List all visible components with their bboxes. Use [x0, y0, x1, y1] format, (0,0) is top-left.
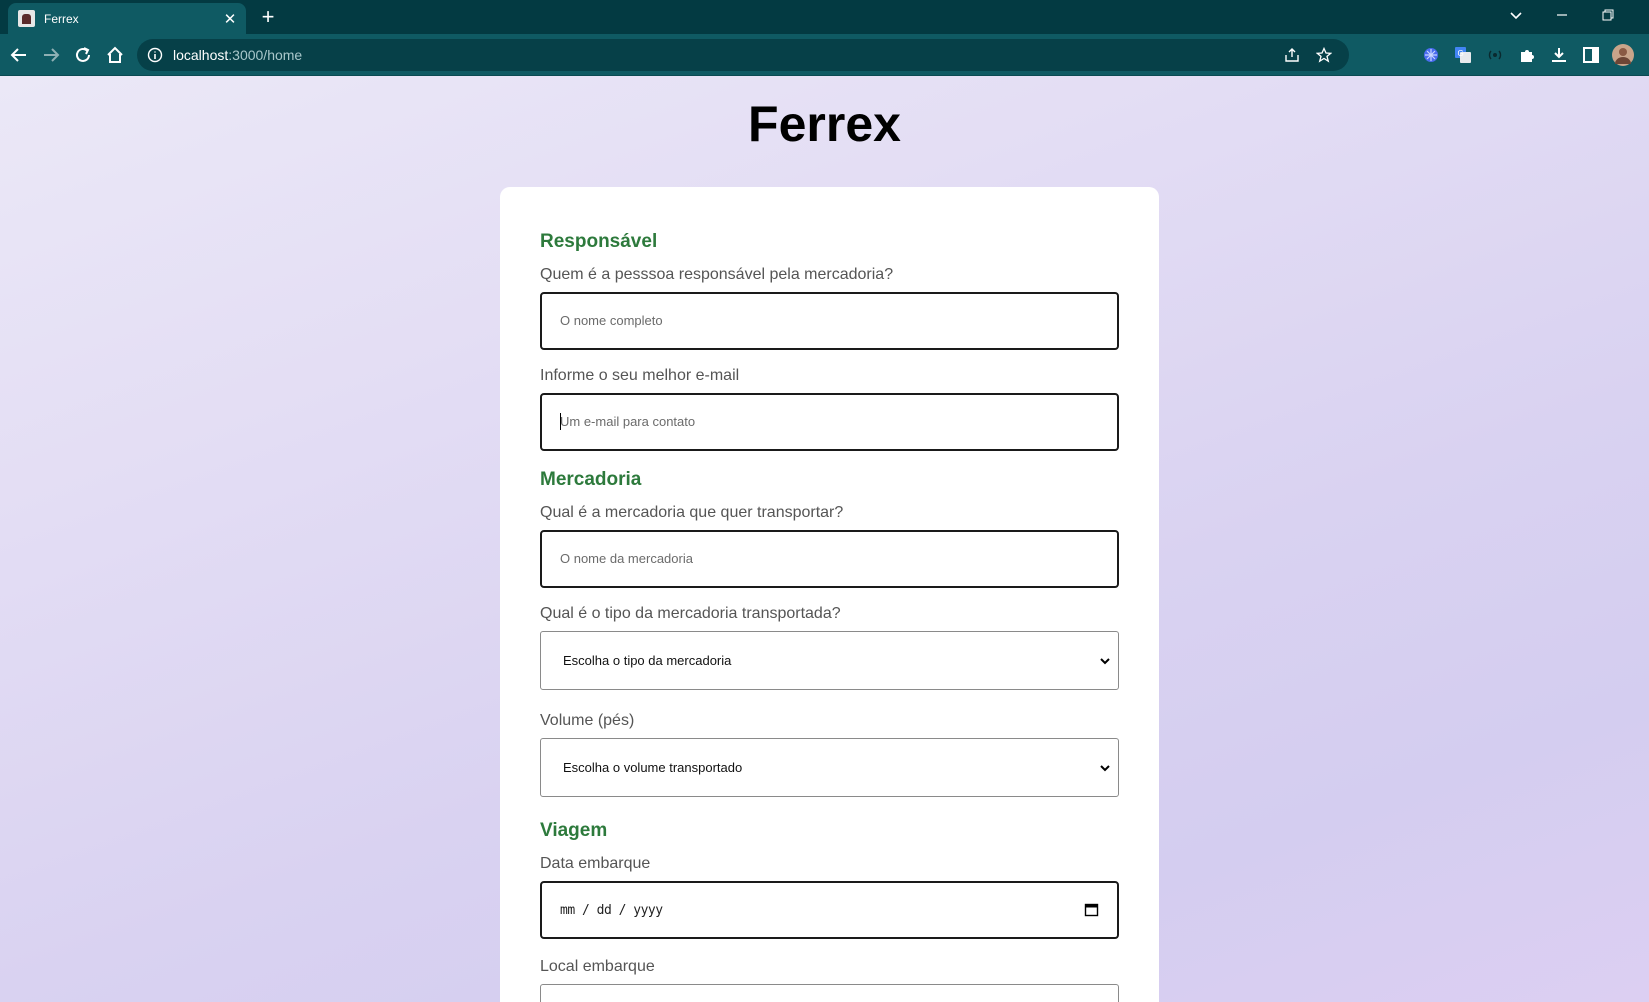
volume-select[interactable]: Escolha o volume transportado	[540, 738, 1119, 797]
mercadoria-input[interactable]: O nome da mercadoria	[540, 530, 1119, 588]
reload-icon[interactable]	[70, 42, 96, 68]
url-host: localhost	[173, 47, 229, 63]
local-embarque-select[interactable]	[540, 984, 1119, 1002]
calendar-icon[interactable]	[1084, 902, 1099, 917]
email-placeholder: Um e-mail para contato	[560, 414, 696, 429]
tipo-select-value: Escolha o tipo da mercadoria	[563, 653, 732, 668]
volume-select-value: Escolha o volume transportado	[563, 760, 743, 775]
tab-strip: Ferrex ✕ +	[0, 0, 1649, 34]
label-local-embarque: Local embarque	[540, 958, 655, 975]
new-tab-button[interactable]: +	[256, 4, 280, 30]
label-nome: Quem é a pesssoa responsável pela mercad…	[540, 266, 894, 283]
chevron-down-icon	[1100, 765, 1110, 772]
url-path: :3000/home	[228, 47, 303, 63]
browser-toolbar: localhost:3000/home G	[0, 34, 1649, 76]
extensions-puzzle-icon[interactable]	[1514, 42, 1540, 68]
back-arrow-icon[interactable]	[6, 42, 32, 68]
home-icon[interactable]	[102, 42, 128, 68]
tab-close-icon[interactable]: ✕	[220, 10, 240, 28]
forward-arrow-icon[interactable]	[38, 42, 64, 68]
site-favicon-icon	[18, 10, 35, 27]
tab-search-icon[interactable]	[1496, 0, 1536, 30]
url-text: localhost:3000/home	[173, 47, 302, 63]
nome-input[interactable]: O nome completo	[540, 292, 1119, 350]
minimize-icon[interactable]	[1542, 0, 1582, 30]
mercadoria-placeholder: O nome da mercadoria	[560, 551, 693, 566]
address-bar[interactable]: localhost:3000/home	[137, 39, 1349, 71]
page-title: Ferrex	[748, 96, 901, 152]
data-embarque-input[interactable]: mm / dd / yyyy	[540, 881, 1119, 939]
extension-translate-icon[interactable]: G	[1450, 42, 1476, 68]
svg-text:G: G	[1458, 49, 1464, 58]
label-volume: Volume (pés)	[540, 712, 635, 729]
email-input[interactable]: Um e-mail para contato	[540, 393, 1119, 451]
chevron-down-icon	[1100, 658, 1110, 665]
extension-snowflake-icon[interactable]	[1418, 42, 1444, 68]
section-title-responsavel: Responsável	[540, 231, 658, 252]
browser-tab[interactable]: Ferrex ✕	[8, 3, 246, 34]
label-email: Informe o seu melhor e-mail	[540, 367, 740, 384]
form-card: Responsável Quem é a pesssoa responsável…	[500, 187, 1159, 1002]
label-mercadoria: Qual é a mercadoria que quer transportar…	[540, 504, 844, 521]
nome-placeholder: O nome completo	[560, 313, 663, 328]
label-data-embarque: Data embarque	[540, 855, 651, 872]
date-value: mm / dd / yyyy	[560, 903, 663, 918]
site-info-icon[interactable]	[147, 47, 163, 63]
side-panel-icon[interactable]	[1578, 42, 1604, 68]
section-title-viagem: Viagem	[540, 820, 608, 841]
download-icon[interactable]	[1546, 42, 1572, 68]
page-viewport: Ferrex Responsável Quem é a pesssoa resp…	[0, 76, 1649, 1002]
restore-icon[interactable]	[1588, 0, 1628, 30]
bookmark-star-icon[interactable]	[1315, 46, 1333, 64]
share-icon[interactable]	[1283, 46, 1301, 64]
tab-title: Ferrex	[44, 11, 79, 26]
section-title-mercadoria: Mercadoria	[540, 469, 642, 490]
tipo-select[interactable]: Escolha o tipo da mercadoria	[540, 631, 1119, 690]
profile-avatar-icon[interactable]	[1610, 42, 1636, 68]
label-tipo: Qual é o tipo da mercadoria transportada…	[540, 605, 841, 622]
extension-cast-icon[interactable]	[1482, 42, 1508, 68]
